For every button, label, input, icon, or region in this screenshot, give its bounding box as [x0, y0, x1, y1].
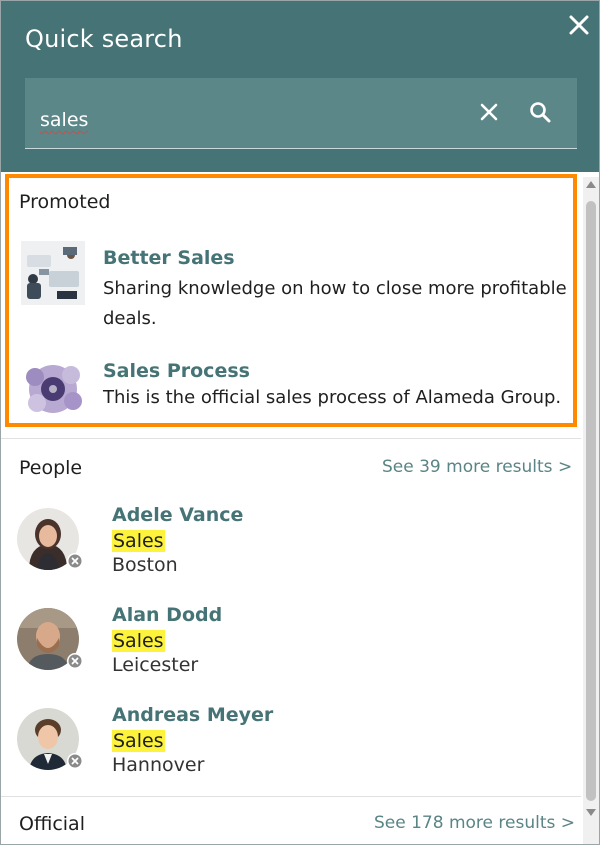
section-divider [1, 796, 581, 797]
person-result[interactable]: Alan Dodd Sales Leicester [1, 604, 581, 698]
promoted-item-description: This is the official sales process of Al… [103, 387, 562, 408]
quick-search-panel: Quick search sales Promoted Better Sales… [0, 0, 600, 845]
search-input-value[interactable]: sales [40, 109, 88, 131]
promoted-label: Promoted [19, 191, 111, 213]
person-location: Hannover [112, 754, 205, 776]
people-see-more-link[interactable]: See 39 more results > [382, 457, 572, 477]
promoted-item-better-sales[interactable]: Better Sales Sharing knowledge on how to… [9, 238, 573, 338]
promoted-item-title: Sales Process [103, 360, 250, 382]
official-label: Official [19, 813, 85, 835]
presence-offline-icon [67, 553, 83, 569]
panel-title: Quick search [25, 25, 183, 53]
person-name: Adele Vance [112, 504, 244, 526]
promoted-section: Promoted Better Sales Sharing knowledge … [5, 174, 577, 427]
scroll-up-icon[interactable] [586, 181, 596, 188]
presence-offline-icon [67, 753, 83, 769]
presence-offline-icon [67, 653, 83, 669]
promoted-item-sales-process[interactable]: Sales Process This is the official sales… [9, 355, 573, 425]
search-input[interactable]: sales [25, 78, 577, 149]
person-location: Boston [112, 554, 178, 576]
promoted-item-description: Sharing knowledge on how to close more p… [103, 278, 567, 329]
official-see-more-link[interactable]: See 178 more results > [374, 813, 575, 833]
people-label: People [19, 457, 83, 479]
person-department: Sales [112, 630, 165, 652]
scrollbar-thumb[interactable] [586, 201, 596, 801]
clear-icon[interactable] [479, 102, 499, 122]
person-name: Andreas Meyer [112, 704, 274, 726]
person-result[interactable]: Andreas Meyer Sales Hannover [1, 704, 581, 798]
close-icon[interactable] [567, 13, 591, 37]
results-scrollbar[interactable] [583, 177, 599, 844]
person-result[interactable]: Adele Vance Sales Boston [1, 504, 581, 598]
person-department: Sales [112, 530, 165, 552]
person-location: Leicester [112, 654, 199, 676]
promoted-item-title: Better Sales [103, 247, 235, 269]
scroll-down-icon[interactable] [586, 809, 596, 816]
person-name: Alan Dodd [112, 604, 223, 626]
section-divider [1, 438, 581, 439]
sales-process-thumbnail [21, 357, 85, 421]
search-icon[interactable] [528, 100, 552, 124]
search-header: Quick search sales [1, 1, 599, 172]
person-department: Sales [112, 730, 165, 752]
better-sales-thumbnail [21, 241, 85, 305]
